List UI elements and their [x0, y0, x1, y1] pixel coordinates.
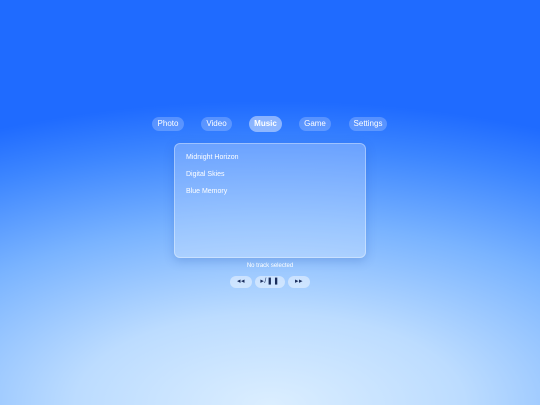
track-item-digital-skies[interactable]: Digital Skies [186, 169, 225, 181]
next-button[interactable]: ▸▸ [288, 276, 310, 288]
track-list-panel: Midnight Horizon Digital Skies Blue Memo… [174, 143, 366, 258]
track-item-blue-memory[interactable]: Blue Memory [186, 186, 227, 198]
track-item-midnight-horizon[interactable]: Midnight Horizon [186, 152, 239, 164]
tab-music[interactable]: Music [249, 116, 282, 132]
top-navigation: Photo Video Music Game Settings [0, 115, 540, 135]
tab-video[interactable]: Video [201, 117, 232, 131]
playback-status: No track selected [246, 263, 294, 269]
tab-photo[interactable]: Photo [152, 117, 184, 131]
previous-button[interactable]: ◂◂ [230, 276, 252, 288]
tab-game[interactable]: Game [299, 117, 331, 131]
tab-settings[interactable]: Settings [349, 117, 387, 131]
play-pause-button[interactable]: ▸/❚❚ [255, 276, 285, 288]
